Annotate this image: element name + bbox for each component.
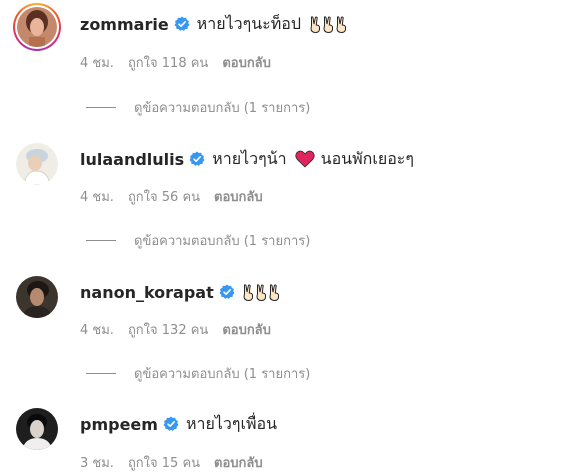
divider <box>86 106 116 108</box>
red-heart-icon <box>294 150 315 168</box>
reply-button[interactable]: ตอบกลับ <box>222 319 271 340</box>
comment-line: lulaandlulis หายไวๆน้า นอนพักเยอะๆ <box>80 147 414 171</box>
view-replies-button[interactable]: ดูข้อความตอบกลับ (1 รายการ) <box>86 364 310 382</box>
victory-hand-icon <box>242 283 280 301</box>
likes-count-button[interactable]: ถูกใจ 118 คน <box>128 52 208 73</box>
comment-meta: 4 ชม. ถูกใจ 132 คน ตอบกลับ <box>80 320 271 338</box>
reply-button[interactable]: ตอบกลับ <box>222 52 271 73</box>
likes-count-button[interactable]: ถูกใจ 132 คน <box>128 319 208 340</box>
divider <box>86 372 116 374</box>
timestamp[interactable]: 4 ชม. <box>80 319 114 340</box>
avatar[interactable] <box>17 7 57 47</box>
comment-text: หายไวๆเพื่อน <box>185 413 278 433</box>
comment-text: หายไวๆนะท็อป <box>197 12 347 37</box>
avatar[interactable] <box>16 276 58 318</box>
verified-badge-icon <box>163 416 179 432</box>
likes-count-button[interactable]: ถูกใจ 56 คน <box>128 186 200 207</box>
avatar[interactable] <box>16 143 58 185</box>
victory-hand-icon <box>309 15 347 33</box>
comment-line: zommarie หายไวๆนะท็อป <box>80 12 347 36</box>
view-replies-button[interactable]: ดูข้อความตอบกลับ (1 รายการ) <box>86 98 310 116</box>
timestamp[interactable]: 4 ชม. <box>80 52 114 73</box>
comment-line: nanon_korapat <box>80 280 280 304</box>
reply-button[interactable]: ตอบกลับ <box>214 186 263 207</box>
comment-meta: 4 ชม. ถูกใจ 118 คน ตอบกลับ <box>80 53 271 71</box>
comment-text: หายไวๆน้า นอนพักเยอะๆ <box>212 148 414 168</box>
verified-badge-icon <box>189 151 205 167</box>
divider <box>86 239 116 241</box>
verified-badge-icon <box>219 284 235 300</box>
likes-count-button[interactable]: ถูกใจ 15 คน <box>128 452 200 473</box>
comment-text <box>242 283 280 301</box>
username-link[interactable]: zommarie <box>80 15 169 34</box>
view-replies-button[interactable]: ดูข้อความตอบกลับ (1 รายการ) <box>86 231 310 249</box>
comment-meta: 3 ชม. ถูกใจ 15 คน ตอบกลับ <box>80 453 263 471</box>
comment-line: pmpeem หายไวๆเพื่อน <box>80 412 277 436</box>
comment-meta: 4 ชม. ถูกใจ 56 คน ตอบกลับ <box>80 187 263 205</box>
timestamp[interactable]: 4 ชม. <box>80 186 114 207</box>
username-link[interactable]: pmpeem <box>80 415 158 434</box>
verified-badge-icon <box>174 16 190 32</box>
reply-button[interactable]: ตอบกลับ <box>214 452 263 473</box>
avatar[interactable] <box>16 408 58 450</box>
username-link[interactable]: lulaandlulis <box>80 150 184 169</box>
username-link[interactable]: nanon_korapat <box>80 283 214 302</box>
timestamp[interactable]: 3 ชม. <box>80 452 114 473</box>
